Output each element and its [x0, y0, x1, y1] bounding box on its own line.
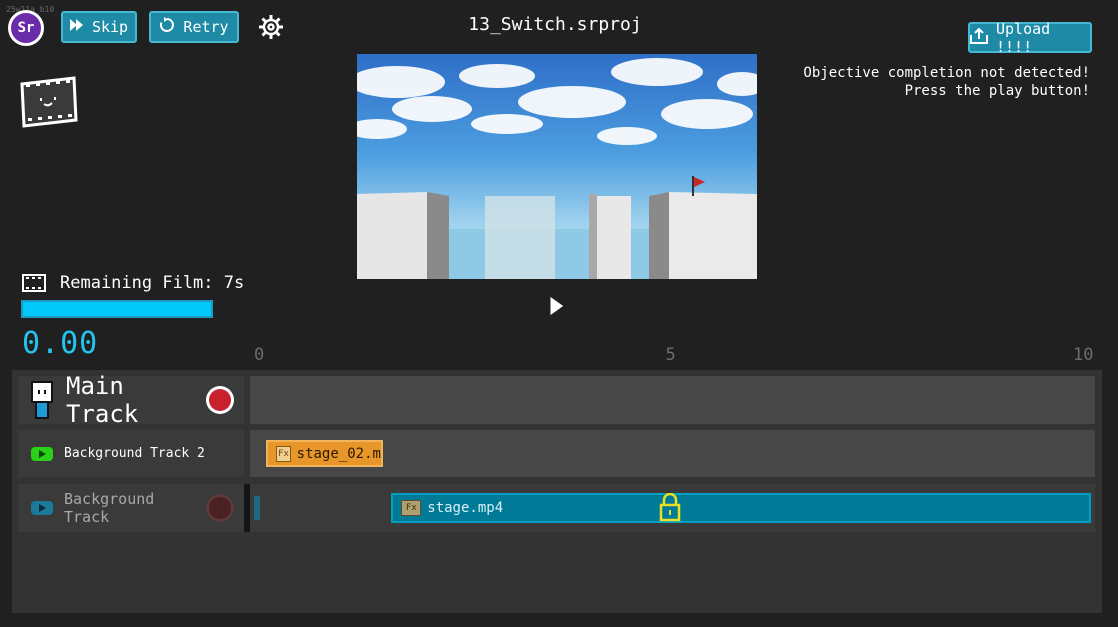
main-track-header[interactable]: Main Track: [18, 372, 244, 428]
record-icon: [206, 494, 234, 522]
teal-play-toggle-icon[interactable]: [30, 500, 54, 516]
lock-icon[interactable]: [658, 492, 682, 527]
background-track-2-label: Background Track 2: [64, 446, 205, 461]
film-reel-mascot-icon: [20, 76, 78, 128]
playhead-marker[interactable]: [254, 496, 260, 520]
retry-icon: [159, 17, 175, 37]
background-track-2-header[interactable]: Background Track 2: [18, 430, 244, 477]
clip-label: stage.mp4: [427, 500, 504, 516]
background-track-lane[interactable]: Fx stage.mp4: [250, 484, 1095, 532]
objective-line-2: Press the play button!: [904, 83, 1090, 99]
upload-label: Upload !!!!: [996, 19, 1051, 56]
background-track-label: Background Track: [64, 490, 155, 526]
clip-stage[interactable]: Fx stage.mp4: [391, 493, 1091, 523]
record-button[interactable]: [204, 384, 236, 416]
record-button-disabled[interactable]: [204, 492, 236, 524]
record-icon: [206, 386, 234, 414]
retry-label: Retry: [183, 18, 229, 36]
retry-button[interactable]: Retry: [149, 11, 239, 43]
background-track-2-lane[interactable]: Fx stage_02.m: [250, 430, 1095, 477]
main-track-lane[interactable]: [250, 376, 1095, 424]
remaining-film-fill: [23, 302, 211, 316]
skip-button[interactable]: Skip: [61, 11, 137, 43]
skip-icon: [69, 19, 84, 35]
remaining-film-bar: [21, 300, 213, 318]
settings-button[interactable]: [256, 12, 286, 42]
objective-message: Objective completion not detected! Press…: [780, 64, 1090, 100]
upload-button[interactable]: Upload !!!!: [968, 19, 1092, 56]
clip-stage-02[interactable]: Fx stage_02.m: [266, 440, 383, 467]
skip-label: Skip: [91, 18, 129, 36]
game-scene: [357, 54, 757, 279]
app-logo[interactable]: Sr: [8, 10, 44, 46]
background-track-header[interactable]: Background Track: [18, 484, 244, 532]
clip-label: stage_02.m: [296, 445, 381, 462]
film-strip-icon: [22, 274, 46, 292]
play-button[interactable]: [548, 294, 568, 318]
upload-icon: [970, 27, 988, 48]
playhead-time: 0.00: [22, 326, 99, 361]
main-track-label: Main Track: [66, 372, 139, 428]
game-viewport[interactable]: [357, 54, 757, 279]
fx-icon: Fx: [276, 445, 291, 462]
ruler-tick-label: 10: [1073, 345, 1094, 365]
ruler-tick-label: 5: [665, 345, 676, 365]
mascot-character: [18, 76, 80, 130]
project-title: 13_Switch.srproj: [468, 14, 642, 35]
green-play-toggle-icon[interactable]: [30, 446, 54, 462]
gear-icon: [259, 15, 283, 39]
objective-line-1: Objective completion not detected!: [803, 65, 1090, 81]
logo-text: Sr: [17, 20, 35, 36]
play-cursor-icon: [549, 295, 565, 317]
player-character-icon: [30, 380, 54, 420]
ruler-tick-label: 0: [254, 345, 265, 365]
remaining-film-label: Remaining Film: 7s: [60, 273, 245, 293]
fx-icon: Fx: [401, 500, 422, 516]
